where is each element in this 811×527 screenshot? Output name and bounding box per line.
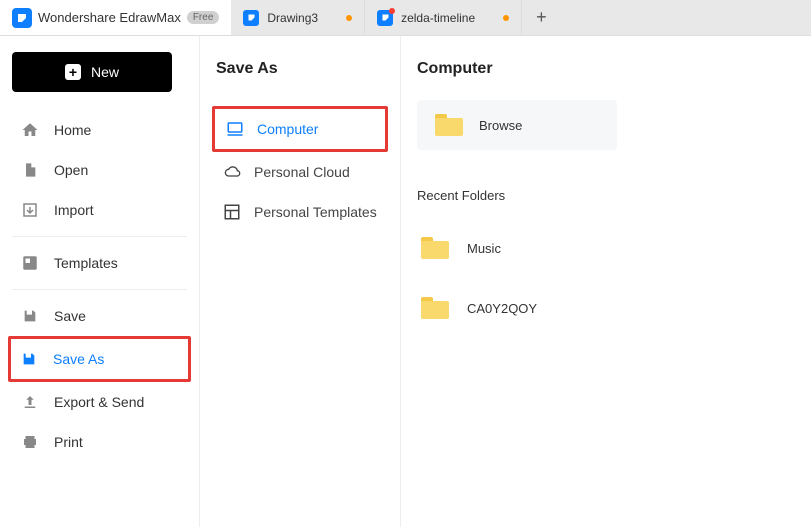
recent-folder-item[interactable]: CA0Y2QOY — [417, 287, 795, 329]
sidebar-item-import[interactable]: Import — [12, 190, 187, 230]
sidebar-item-home[interactable]: Home — [12, 110, 187, 150]
document-icon — [20, 160, 40, 180]
export-icon — [20, 392, 40, 412]
sidebar-item-save-as[interactable]: Save As — [11, 339, 188, 379]
sidebar-item-label: Import — [54, 202, 94, 218]
save-as-title: Save As — [212, 60, 388, 78]
save-target-label: Personal Templates — [254, 204, 377, 220]
new-button-label: New — [91, 64, 119, 80]
divider — [12, 289, 187, 290]
sidebar-item-label: Save As — [53, 351, 104, 367]
highlight-save-as: Save As — [8, 336, 191, 382]
sidebar-item-open[interactable]: Open — [12, 150, 187, 190]
save-as-icon — [19, 349, 39, 369]
app-badge: Free — [187, 11, 220, 24]
new-tab-button[interactable]: + — [522, 7, 561, 28]
document-tab[interactable]: zelda-timeline — [365, 0, 522, 35]
tab-label: zelda-timeline — [401, 11, 475, 25]
content-area: + New Home Open Import Templates — [0, 36, 811, 527]
sidebar-item-templates[interactable]: Templates — [12, 243, 187, 283]
sidebar-item-label: Export & Send — [54, 394, 144, 410]
recent-folder-name: Music — [467, 241, 501, 256]
sidebar-item-label: Home — [54, 122, 91, 138]
save-target-personal-cloud[interactable]: Personal Cloud — [212, 152, 388, 192]
sidebar-item-export-send[interactable]: Export & Send — [12, 382, 187, 422]
import-icon — [20, 200, 40, 220]
app-logo-icon — [12, 8, 32, 28]
save-target-computer[interactable]: Computer — [215, 109, 385, 149]
plus-icon: + — [65, 64, 81, 80]
home-icon — [20, 120, 40, 140]
cloud-icon — [222, 162, 242, 182]
recent-folder-item[interactable]: Music — [417, 227, 795, 269]
save-target-personal-templates[interactable]: Personal Templates — [212, 192, 388, 232]
save-icon — [20, 306, 40, 326]
sidebar-item-print[interactable]: Print — [12, 422, 187, 462]
folder-icon — [421, 297, 449, 319]
folder-icon — [421, 237, 449, 259]
sidebar-item-save[interactable]: Save — [12, 296, 187, 336]
sidebar: + New Home Open Import Templates — [0, 36, 200, 527]
templates-icon — [222, 202, 242, 222]
app-tab[interactable]: Wondershare EdrawMax Free — [0, 0, 231, 35]
sidebar-item-label: Print — [54, 434, 83, 450]
print-icon — [20, 432, 40, 452]
app-name: Wondershare EdrawMax — [38, 10, 181, 25]
document-icon — [243, 10, 259, 26]
modified-indicator-icon — [503, 15, 509, 21]
save-target-label: Personal Cloud — [254, 164, 350, 180]
browse-button[interactable]: Browse — [417, 100, 617, 150]
divider — [12, 236, 187, 237]
sidebar-item-label: Templates — [54, 255, 118, 271]
browse-label: Browse — [479, 118, 522, 133]
computer-icon — [225, 119, 245, 139]
document-tab[interactable]: Drawing3 — [231, 0, 365, 35]
sidebar-item-label: Open — [54, 162, 88, 178]
folder-icon — [435, 114, 463, 136]
highlight-computer: Computer — [212, 106, 388, 152]
modified-indicator-icon — [346, 15, 352, 21]
location-panel: Computer Browse Recent Folders Music CA0… — [400, 36, 811, 527]
location-title: Computer — [417, 60, 795, 78]
templates-icon — [20, 253, 40, 273]
save-as-panel: Save As Computer Personal Cloud Personal… — [200, 36, 400, 527]
sidebar-item-label: Save — [54, 308, 86, 324]
document-icon — [377, 10, 393, 26]
recent-folder-name: CA0Y2QOY — [467, 301, 537, 316]
tab-bar: Wondershare EdrawMax Free Drawing3 zelda… — [0, 0, 811, 36]
tab-label: Drawing3 — [267, 11, 318, 25]
save-target-label: Computer — [257, 121, 318, 137]
recent-folders-heading: Recent Folders — [417, 188, 795, 203]
new-button[interactable]: + New — [12, 52, 172, 92]
